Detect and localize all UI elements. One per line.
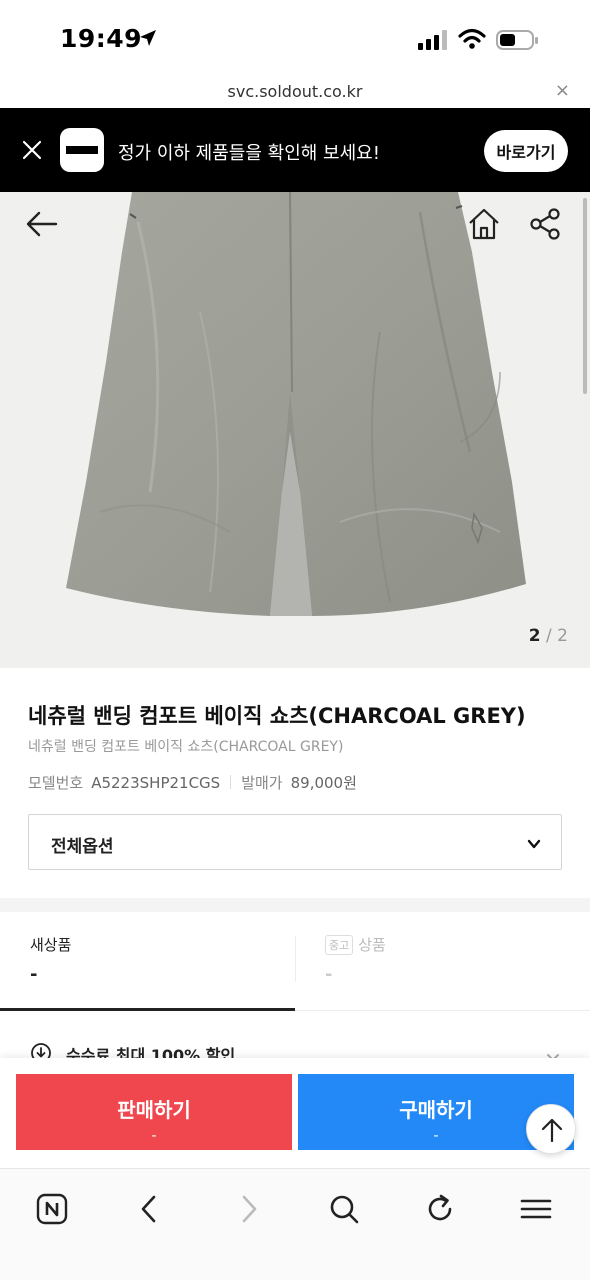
wifi-icon [458,28,486,54]
home-icon[interactable] [466,206,502,246]
model-number-value: A5223SHP21CGS [91,774,221,792]
product-image [66,192,526,616]
tab-divider [295,936,296,982]
tab-new-label: 새상품 [30,936,72,954]
close-tab-icon[interactable]: × [555,80,570,101]
tab-new-price: - [30,964,38,985]
option-select[interactable]: 전체옵션 [28,814,562,870]
image-counter: 2 / 2 [528,626,568,646]
chevron-right-icon[interactable] [226,1187,270,1231]
product-meta: 모델번호 A5223SHP21CGS 발매가 89,000원 [28,772,357,793]
tab-used-product[interactable]: 중고 상품 - [295,912,590,1012]
search-icon[interactable] [322,1187,366,1231]
cellular-signal-icon [418,30,448,54]
back-arrow-icon[interactable] [24,206,60,246]
model-number-label: 모델번호 [28,774,84,792]
used-badge: 중고 [325,935,354,955]
product-title: 네츄럴 밴딩 컴포트 베이직 쇼츠(CHARCOAL GREY) [28,704,526,728]
purchase-action-bar: 판매하기 - 구매하기 - [0,1058,590,1168]
release-price-label: 발매가 [241,774,283,792]
go-button[interactable]: 바로가기 [484,130,568,172]
price-tabs: 새상품 - 중고 상품 - [0,912,590,1012]
url-text[interactable]: svc.soldout.co.kr [0,82,590,101]
product-subtitle: 네츄럴 밴딩 컴포트 베이직 쇼츠(CHARCOAL GREY) [28,739,344,755]
sell-button[interactable]: 판매하기 - [16,1074,292,1150]
active-tab-indicator [0,1008,295,1011]
status-bar: 19:49 [0,0,590,76]
share-icon[interactable] [528,206,564,246]
menu-icon[interactable] [514,1187,558,1231]
browser-toolbar [0,1168,590,1280]
close-icon[interactable] [20,138,44,166]
tab-new-product[interactable]: 새상품 - [0,912,295,1012]
refresh-icon[interactable] [418,1187,462,1231]
app-logo [60,128,104,172]
banner-message: 정가 이하 제품들을 확인해 보세요! [118,143,380,164]
app-install-banner: 정가 이하 제품들을 확인해 보세요! 바로가기 [0,108,590,192]
status-time: 19:49 [60,24,143,53]
section-divider [0,898,590,912]
arrow-up-icon [541,1118,563,1143]
tab-used-price: - [325,964,333,985]
naver-home-icon[interactable] [30,1187,74,1231]
battery-icon [496,29,540,55]
address-bar[interactable]: svc.soldout.co.kr × [0,76,590,108]
option-select-label: 전체옵션 [51,837,114,857]
location-arrow-icon [138,28,158,52]
product-image-carousel[interactable]: 2 / 2 [0,192,590,668]
release-price-value: 89,000원 [290,774,357,792]
scroll-to-top-button[interactable] [526,1104,576,1154]
tab-used-label: 중고 상품 [325,934,386,955]
chevron-left-icon[interactable] [128,1187,172,1231]
chevron-down-icon [527,836,541,855]
page-scrollbar[interactable] [583,198,587,394]
fee-discount-row[interactable]: 수수료 최대 100% 할인 [0,1030,590,1060]
